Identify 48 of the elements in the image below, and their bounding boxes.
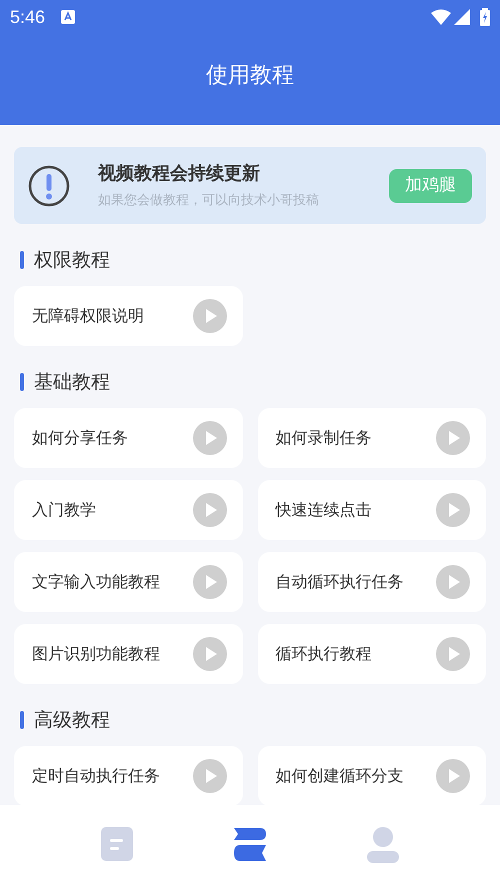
play-icon bbox=[436, 421, 470, 455]
section-title: 基础教程 bbox=[34, 370, 110, 395]
tutorial-card[interactable]: 如何分享任务 bbox=[14, 408, 242, 468]
play-icon bbox=[192, 493, 226, 527]
tutorial-title: 如何创建循环分支 bbox=[276, 765, 404, 787]
tutorial-title: 如何录制任务 bbox=[276, 427, 372, 449]
tutorial-card[interactable]: 自动循环执行任务 bbox=[258, 552, 486, 612]
status-time: 5:46 bbox=[10, 6, 46, 28]
tutorial-card[interactable]: 文字输入功能教程 bbox=[14, 552, 242, 612]
tutorial-title: 自动循环执行任务 bbox=[276, 571, 404, 593]
wifi-icon bbox=[431, 9, 451, 25]
play-icon bbox=[436, 493, 470, 527]
play-icon bbox=[192, 299, 226, 333]
tutorial-title: 如何分享任务 bbox=[32, 427, 129, 449]
section-marker bbox=[20, 251, 24, 269]
tutorial-title: 入门教学 bbox=[32, 499, 97, 521]
play-icon bbox=[192, 421, 226, 455]
notification-icon bbox=[61, 10, 76, 24]
play-icon bbox=[192, 637, 226, 671]
tutorial-title: 无障碍权限说明 bbox=[32, 305, 145, 327]
play-icon bbox=[436, 759, 470, 793]
play-icon bbox=[192, 759, 226, 793]
tutorial-card[interactable]: 如何录制任务 bbox=[258, 408, 486, 468]
tutorial-card[interactable]: 图片识别功能教程 bbox=[14, 624, 242, 684]
notice-subtitle: 如果您会做教程，可以向技术小哥投稿 bbox=[98, 192, 320, 210]
tutorial-title: 循环执行教程 bbox=[276, 643, 372, 665]
tutorial-title: 快速连续点击 bbox=[276, 499, 372, 521]
notice-title: 视频教程会持续更新 bbox=[98, 162, 261, 186]
tutorial-title: 定时自动执行任务 bbox=[32, 765, 161, 787]
play-icon bbox=[436, 637, 470, 671]
exclamation-icon bbox=[28, 164, 70, 206]
signal-icon bbox=[454, 9, 470, 25]
section-marker bbox=[20, 711, 24, 729]
battery-icon bbox=[480, 8, 490, 26]
tutorial-card[interactable]: 如何创建循环分支 bbox=[258, 746, 486, 806]
tutorial-title: 图片识别功能教程 bbox=[32, 643, 161, 665]
tutorial-card[interactable]: 循环执行教程 bbox=[258, 624, 486, 684]
play-icon bbox=[192, 565, 226, 599]
tutorial-card[interactable]: 快速连续点击 bbox=[258, 480, 486, 540]
page-title: 使用教程 bbox=[206, 62, 294, 90]
tutorial-card[interactable]: 无障碍权限说明 bbox=[14, 286, 242, 346]
tutorial-card[interactable]: 定时自动执行任务 bbox=[14, 746, 242, 806]
tutorial-title: 文字输入功能教程 bbox=[32, 571, 161, 593]
section-marker bbox=[20, 373, 24, 391]
section-title: 高级教程 bbox=[34, 708, 110, 733]
play-icon bbox=[436, 565, 470, 599]
tutorial-card[interactable]: 入门教学 bbox=[14, 480, 242, 540]
section-title: 权限教程 bbox=[34, 248, 110, 273]
